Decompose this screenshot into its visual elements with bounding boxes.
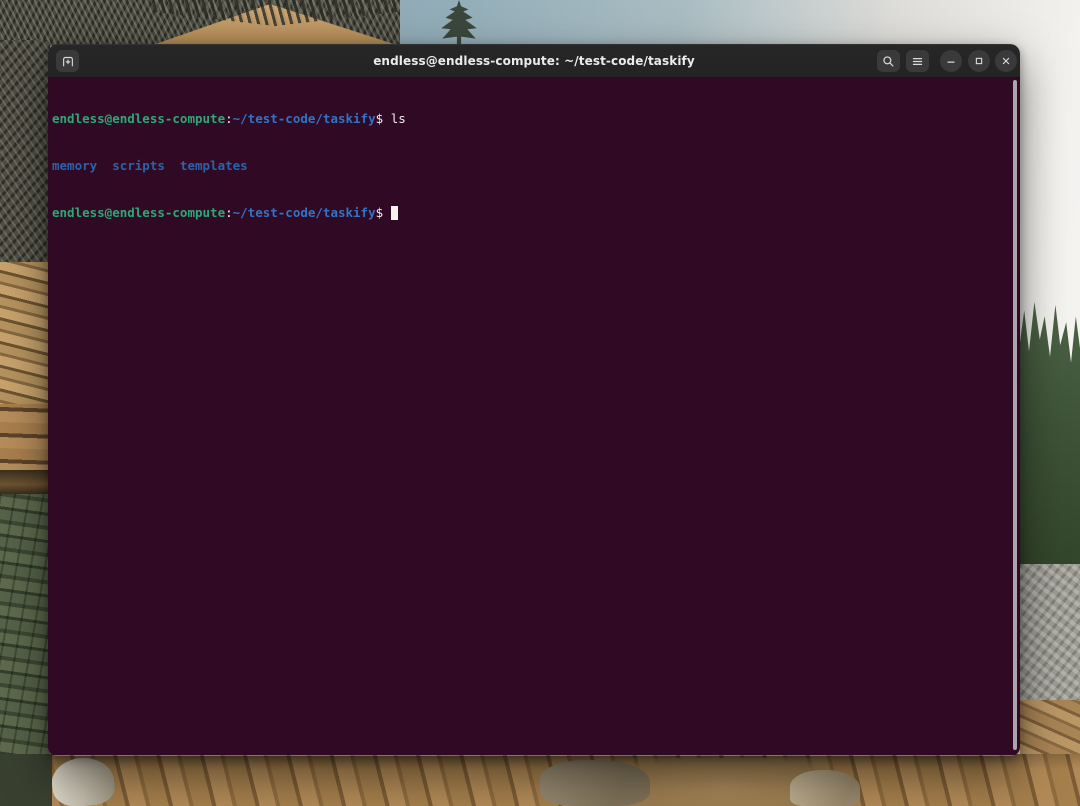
minimize-icon [945, 55, 957, 67]
menu-button[interactable] [906, 50, 929, 72]
maximize-button[interactable] [968, 50, 990, 72]
close-button[interactable] [995, 50, 1017, 72]
minimize-button[interactable] [940, 50, 962, 72]
search-icon [882, 55, 895, 68]
wallpaper-beam [0, 470, 50, 496]
headerbar[interactable]: endless@endless-compute: ~/test-code/tas… [48, 44, 1020, 78]
maximize-icon [973, 55, 985, 67]
wallpaper-stone [540, 760, 650, 806]
desktop-wallpaper: endless@endless-compute: ~/test-code/tas… [0, 0, 1080, 806]
window-title: endless@endless-compute: ~/test-code/tas… [48, 44, 1020, 78]
terminal-cursor [391, 206, 399, 220]
menu-icon [911, 55, 924, 68]
prompt-path: ~/test-code/taskify [233, 205, 376, 220]
wallpaper-spruce-tree [436, 0, 482, 46]
prompt-separator: : [225, 111, 233, 126]
scrollbar[interactable] [1013, 80, 1017, 750]
prompt-user: endless@endless-compute [52, 111, 225, 126]
wallpaper-rock-slope [1020, 564, 1080, 710]
search-button[interactable] [877, 50, 900, 72]
terminal-line-prompt-2: endless@endless-compute:~/test-code/task… [52, 205, 1012, 221]
prompt-separator: : [225, 205, 233, 220]
prompt-dollar: $ [376, 111, 391, 126]
command-text: ls [391, 111, 406, 126]
prompt-dollar: $ [376, 205, 391, 220]
ls-output: memory scripts templates [52, 158, 248, 173]
terminal-line-output: memory scripts templates [52, 158, 1012, 174]
wallpaper-forest [1020, 296, 1080, 586]
terminal-screen[interactable]: endless@endless-compute:~/test-code/task… [48, 78, 1020, 755]
wallpaper-stone [790, 770, 860, 806]
prompt-path: ~/test-code/taskify [233, 111, 376, 126]
wallpaper-branches [0, 40, 50, 270]
prompt-user: endless@endless-compute [52, 205, 225, 220]
wallpaper-dark-corner [0, 754, 52, 806]
close-icon [1000, 55, 1012, 67]
wallpaper-shingles [0, 262, 50, 412]
terminal-window: endless@endless-compute: ~/test-code/tas… [48, 44, 1020, 756]
terminal-line-prompt-1: endless@endless-compute:~/test-code/task… [52, 111, 1012, 127]
